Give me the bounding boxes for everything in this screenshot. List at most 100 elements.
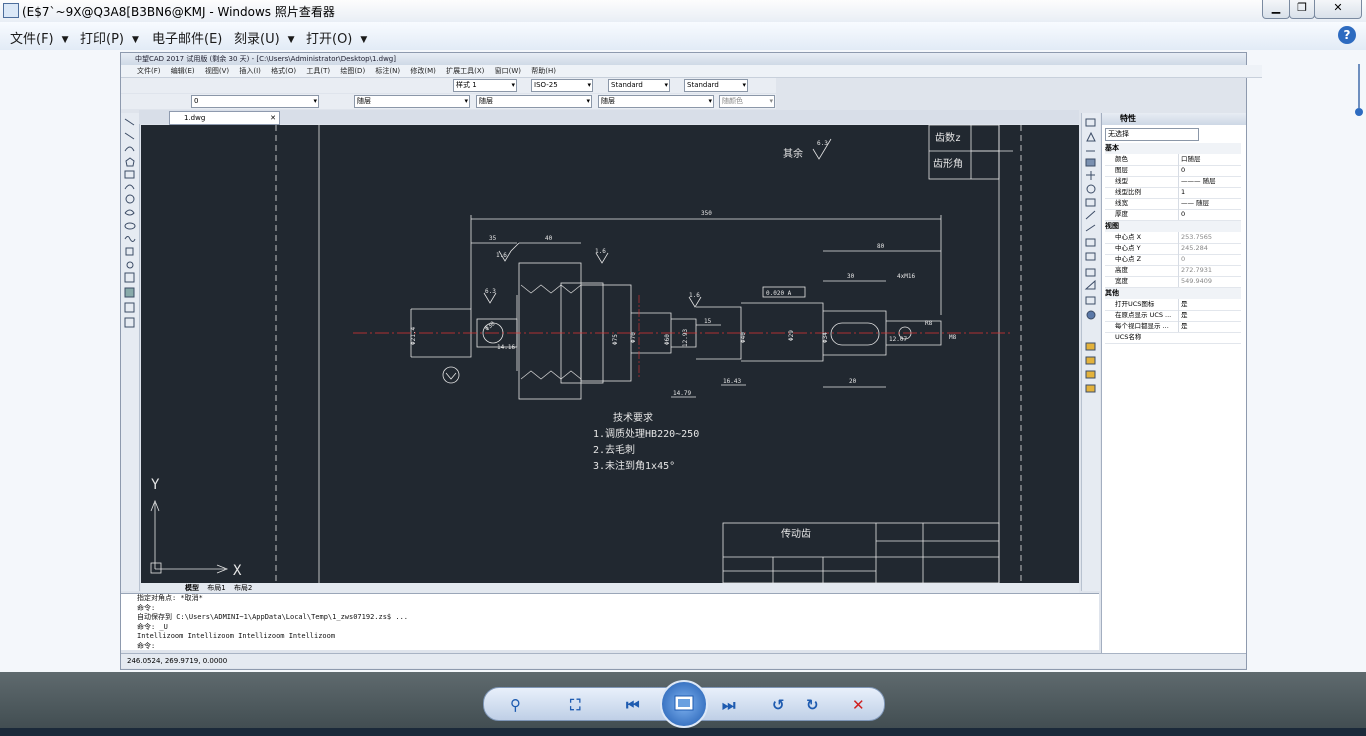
drawing-area[interactable]: 齿数z 齿形角 其余 6.3 传动齿 技术要求 1.调质处理HB220~250 … — [141, 124, 1079, 584]
prop-key: 线宽 — [1115, 199, 1128, 207]
prop-value: 是 — [1178, 321, 1241, 332]
prop-row[interactable]: 厚度 0 — [1105, 209, 1241, 221]
dim-phi70: Φ70 — [630, 332, 637, 343]
status-bar: 246.0524, 269.9719, 0.0000 — [121, 653, 1246, 668]
tab-model[interactable]: 模型 — [141, 584, 199, 592]
linetype-select[interactable]: 随层 — [476, 95, 592, 108]
menu-file[interactable]: 文件(F) ▼ — [10, 28, 69, 47]
actual-size-icon[interactable]: ⛶ — [570, 696, 581, 714]
cad-menu-tools[interactable]: 工具(T) — [306, 65, 330, 77]
dim-style-select[interactable]: ISO-25 — [531, 79, 593, 92]
modify-tool-icons[interactable] — [1082, 113, 1100, 433]
prop-key: 宽度 — [1115, 277, 1128, 285]
command-prompt[interactable]: 命令: — [121, 642, 1099, 652]
close-button[interactable]: ✕ — [1314, 0, 1362, 19]
command-window[interactable]: 指定对角点: *取消* 命令: 自动保存到 C:\Users\ADMINI~1\… — [121, 593, 1099, 650]
cad-menu-modify[interactable]: 修改(M) — [410, 65, 436, 77]
prop-row[interactable]: UCS名称 — [1105, 332, 1241, 344]
draw-toolbar — [121, 113, 140, 591]
menu-burn[interactable]: 刻录(U) ▼ — [234, 28, 295, 47]
prop-row[interactable]: 宽度 549.9409 — [1105, 276, 1241, 288]
prop-value: —— 随层 — [1178, 198, 1241, 209]
dim-phi21-4: Φ21.4 — [410, 327, 417, 345]
prop-value: 1 — [1178, 187, 1241, 198]
prop-key: 高度 — [1115, 266, 1128, 274]
zoom-icon[interactable]: ⚲ — [510, 696, 521, 714]
cad-menu-draw[interactable]: 绘图(D) — [340, 65, 365, 77]
previous-icon[interactable]: ⏮ — [626, 696, 640, 714]
command-line: 指定对角点: *取消* — [137, 594, 203, 602]
menu-open[interactable]: 打开(O) ▼ — [306, 28, 367, 47]
selection-select[interactable]: 无选择 — [1105, 128, 1199, 141]
dim-m8: M8 — [949, 334, 957, 341]
cad-title: 中望CAD 2017 试用版 (剩余 30 天) - [C:\Users\Adm… — [135, 55, 396, 63]
prop-value: 0 — [1178, 165, 1241, 176]
prop-value: 245.284 — [1178, 243, 1241, 254]
menu-email[interactable]: 电子邮件(E) — [152, 28, 222, 47]
layer-select[interactable]: 0 — [191, 95, 319, 108]
slideshow-icon — [674, 695, 694, 711]
rotate-clockwise-icon[interactable]: ↻ — [806, 696, 819, 714]
cad-title-bar: 中望CAD 2017 试用版 (剩余 30 天) - [C:\Users\Adm… — [121, 53, 1246, 65]
cad-menu-help[interactable]: 帮助(H) — [531, 65, 556, 77]
dim-35: 35 — [489, 235, 497, 242]
plotstyle-select[interactable]: 随颜色 — [719, 95, 775, 108]
title-block-profile-angle: 齿形角 — [933, 158, 963, 170]
tab-1dwg[interactable]: 1.dwg ✕ — [169, 111, 280, 125]
group-basic[interactable]: 基本 — [1105, 143, 1241, 154]
chevron-down-icon: ▼ — [131, 34, 139, 45]
menu-print[interactable]: 打印(P) ▼ — [80, 28, 139, 47]
multileader-style-select[interactable]: Standard — [684, 79, 748, 92]
menu-burn-label: 刻录(U) — [234, 32, 280, 47]
prop-key: 在原点显示 UCS ... — [1115, 311, 1172, 319]
minimize-button[interactable]: ▁ — [1262, 0, 1290, 19]
next-icon[interactable]: ⏭ — [722, 696, 736, 714]
zoom-slider[interactable] — [1355, 64, 1363, 118]
cad-menu-window[interactable]: 窗口(W) — [495, 65, 521, 77]
table-style-select[interactable]: Standard — [608, 79, 670, 92]
maximize-button[interactable]: ❐ — [1289, 0, 1315, 19]
menu-print-label: 打印(P) — [80, 32, 124, 47]
lineweight-select[interactable]: 随层 — [598, 95, 714, 108]
rest-label: 其余 — [783, 147, 803, 160]
tech-item-2: 2.去毛刺 — [593, 444, 635, 456]
delete-icon[interactable]: ✕ — [852, 696, 865, 714]
cad-menu-dimension[interactable]: 标注(N) — [375, 65, 400, 77]
prop-value: 是 — [1178, 310, 1241, 321]
cad-menu-edit[interactable]: 编辑(E) — [171, 65, 195, 77]
help-icon[interactable]: ? — [1338, 26, 1356, 44]
properties-title: 特性 — [1102, 113, 1246, 125]
tab-layout2[interactable]: 布局2 — [228, 584, 252, 592]
chevron-down-icon: ▼ — [287, 34, 295, 45]
dim-30: 30 — [847, 273, 855, 280]
draw-tool-icons[interactable] — [121, 113, 139, 413]
cad-menu-view[interactable]: 视图(V) — [205, 65, 229, 77]
part-name: 传动齿 — [781, 528, 811, 540]
group-misc[interactable]: 其他 — [1105, 288, 1241, 299]
cad-menu-file[interactable]: 文件(F) — [137, 65, 161, 77]
dim-80: 80 — [877, 243, 885, 250]
dim-phi30: Φ30 — [484, 320, 497, 333]
dim-r8: R8 — [925, 320, 933, 327]
color-select[interactable]: 随层 — [354, 95, 470, 108]
prop-key: 颜色 — [1115, 155, 1128, 163]
tech-title: 技术要求 — [613, 411, 653, 424]
prop-key: 图层 — [1115, 166, 1128, 174]
coordinate-readout: 246.0524, 269.9719, 0.0000 — [127, 657, 228, 665]
dim-20: 20 — [849, 378, 857, 385]
cad-menu-extend[interactable]: 扩展工具(X) — [446, 65, 484, 77]
menu-file-label: 文件(F) — [10, 32, 54, 47]
group-view[interactable]: 视图 — [1105, 221, 1241, 232]
rotate-counterclockwise-icon[interactable]: ↺ — [772, 696, 785, 714]
text-style-select[interactable]: 样式 1 — [453, 79, 517, 92]
dim-phi40: Φ40 — [740, 332, 747, 343]
cad-menu-format[interactable]: 格式(O) — [271, 65, 296, 77]
menu-open-label: 打开(O) — [306, 32, 353, 47]
cad-menu-insert[interactable]: 插入(I) — [239, 65, 261, 77]
photo-viewer-icon — [3, 3, 19, 18]
tab-layout1[interactable]: 布局1 — [201, 584, 225, 592]
rest-roughness: 6.3 — [817, 140, 828, 147]
ucs-x-label: X — [233, 563, 242, 579]
slideshow-button[interactable] — [660, 680, 708, 728]
close-icon[interactable]: ✕ — [270, 112, 276, 124]
